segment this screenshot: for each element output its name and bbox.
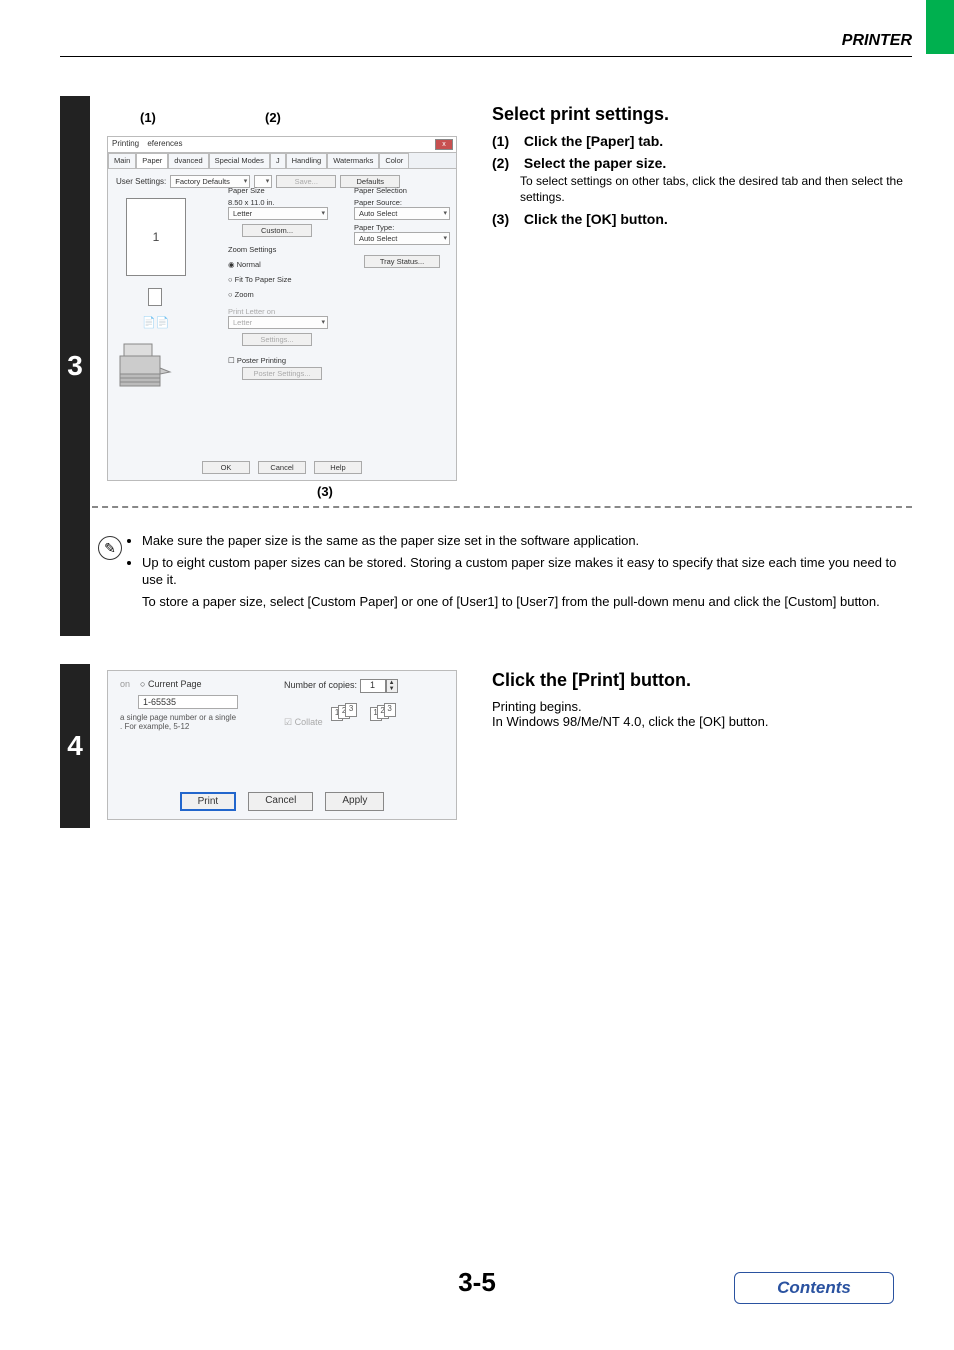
zoom-zoom-radio[interactable]: ○ Zoom [228, 290, 338, 299]
paper-source-label: Paper Source: [354, 198, 454, 207]
tab-j[interactable]: J [270, 153, 286, 168]
poster-settings-button: Poster Settings... [242, 367, 322, 380]
print-letter-on-combo: Letter [228, 316, 328, 329]
paper-selection-label: Paper Selection [354, 186, 454, 195]
step3-title: Select print settings. [492, 104, 912, 125]
paper-selection-group: Paper Selection Paper Source: Auto Selec… [354, 183, 454, 268]
user-settings-label: User Settings: [116, 177, 166, 186]
paper-size-combo[interactable]: Letter [228, 207, 328, 220]
tab-strip: Main Paper dvanced Special Modes J Handl… [108, 153, 456, 169]
callout-1: (1) [140, 110, 156, 125]
dialog-title-prefix: Printing [112, 139, 139, 148]
note-block: Make sure the paper size is the same as … [98, 532, 898, 610]
dialog-body: User Settings: Factory Defaults Save... … [108, 169, 456, 200]
printer-icon [116, 338, 172, 392]
callout-2: (2) [265, 110, 281, 125]
copies-spin-icon[interactable]: ▲▼ [386, 679, 398, 693]
zoom-normal-radio[interactable]: ◉ Normal [228, 260, 338, 269]
settings-button: Settings... [242, 333, 312, 346]
tab-color[interactable]: Color [379, 153, 409, 168]
tab-advanced[interactable]: dvanced [168, 153, 208, 168]
page-range-hint-1: a single page number or a single [120, 713, 270, 722]
poster-printing-label: Poster Printing [237, 356, 286, 365]
zoom-settings-label: Zoom Settings [228, 245, 338, 254]
instr3-num-2: (2) [492, 155, 520, 171]
tab-paper[interactable]: Paper [136, 153, 168, 168]
tab-watermarks[interactable]: Watermarks [327, 153, 379, 168]
print-button[interactable]: Print [180, 792, 237, 811]
d4-on: on [120, 679, 130, 689]
paper-size-dim: 8.50 x 11.0 in. [228, 198, 338, 207]
preview-column: 1 📄📄 [116, 194, 206, 394]
close-icon[interactable]: x [435, 139, 453, 150]
step4-instructions: Click the [Print] button. Printing begin… [492, 670, 912, 729]
note-bullet-2: Up to eight custom paper sizes can be st… [142, 554, 898, 589]
tab-handling[interactable]: Handling [286, 153, 328, 168]
ok-button[interactable]: OK [202, 461, 250, 474]
instr3-sub-2: To select settings on other tabs, click … [520, 173, 912, 205]
print-letter-on-label: Print Letter on [228, 307, 338, 316]
section-color-bar [926, 0, 954, 54]
instr3-text-3: Click the [OK] button. [524, 211, 668, 227]
step-number-3: 3 [60, 96, 90, 636]
zoom-normal-label: Normal [237, 260, 261, 269]
collate-icon-1: 123 [331, 703, 361, 725]
page-range-hint-2: . For example, 5-12 [120, 722, 270, 731]
note-bullet-2-cont: To store a paper size, select [Custom Pa… [142, 593, 898, 611]
copies-label: Number of copies: [284, 680, 357, 690]
step3-instructions: Select print settings. (1) Click the [Pa… [492, 104, 912, 233]
copies-input[interactable]: 1 [360, 679, 386, 693]
paper-size-group: Paper Size 8.50 x 11.0 in. Letter Custom… [228, 183, 338, 380]
printing-preferences-dialog: Printing eferences x Main Paper dvanced … [107, 136, 457, 481]
current-page-radio[interactable]: Current Page [148, 679, 202, 689]
callout-3: (3) [317, 484, 333, 499]
dialog-title-suffix: eferences [147, 139, 182, 148]
paper-preview: 1 [126, 198, 186, 276]
step4-line1: Printing begins. [492, 699, 912, 714]
instr3-text-2: Select the paper size. [524, 155, 666, 171]
dashed-separator [92, 506, 912, 508]
cancel-button-4[interactable]: Cancel [248, 792, 313, 811]
help-button[interactable]: Help [314, 461, 362, 474]
orientation-preview [148, 288, 162, 306]
zoom-fit-radio[interactable]: ○ Fit To Paper Size [228, 275, 338, 284]
poster-printing-checkbox[interactable]: ☐ Poster Printing [228, 356, 338, 365]
custom-button[interactable]: Custom... [242, 224, 312, 237]
instr3-num-3: (3) [492, 211, 520, 227]
duplex-icon: 📄📄 [142, 316, 170, 332]
section-title: PRINTER [842, 32, 912, 50]
print-dialog: on ○ Current Page 1-65535 a single page … [107, 670, 457, 820]
paper-source-combo[interactable]: Auto Select [354, 207, 450, 220]
tab-main[interactable]: Main [108, 153, 136, 168]
zoom-fit-label: Fit To Paper Size [235, 275, 292, 284]
paper-type-label: Paper Type: [354, 223, 454, 232]
contents-button[interactable]: Contents [734, 1272, 894, 1304]
collate-checkbox: Collate [295, 717, 323, 727]
step4-line2: In Windows 98/Me/NT 4.0, click the [OK] … [492, 714, 912, 729]
tray-status-button[interactable]: Tray Status... [364, 255, 440, 268]
zoom-zoom-label: Zoom [235, 290, 254, 299]
header-rule [60, 56, 912, 57]
step-number-4: 4 [60, 664, 90, 828]
tab-special-modes[interactable]: Special Modes [209, 153, 270, 168]
dialog-buttons: OK Cancel Help [108, 461, 456, 474]
dialog-titlebar: Printing eferences x [108, 137, 456, 153]
paper-size-label: Paper Size [228, 186, 338, 195]
instr3-num-1: (1) [492, 133, 520, 149]
apply-button[interactable]: Apply [325, 792, 384, 811]
instr3-text-1: Click the [Paper] tab. [524, 133, 663, 149]
page-range-input[interactable]: 1-65535 [138, 695, 238, 709]
note-bullet-1: Make sure the paper size is the same as … [142, 532, 898, 550]
step4-title: Click the [Print] button. [492, 670, 912, 691]
collate-icon-2: 123 [370, 703, 400, 725]
cancel-button[interactable]: Cancel [258, 461, 306, 474]
paper-type-combo[interactable]: Auto Select [354, 232, 450, 245]
